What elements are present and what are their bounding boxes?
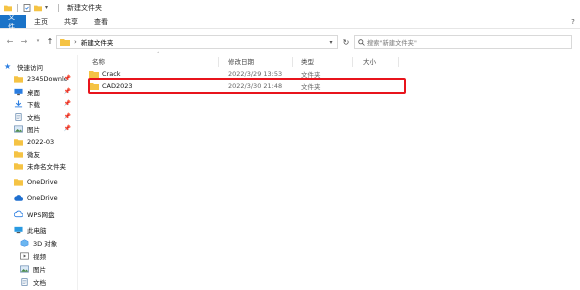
file-name: Crack bbox=[102, 70, 121, 78]
help-icon[interactable]: ? bbox=[566, 15, 580, 28]
search-placeholder: 搜索"新建文件夹" bbox=[367, 39, 417, 47]
sidebar-item-label: 3D 对象 bbox=[33, 240, 58, 248]
video-icon bbox=[20, 252, 29, 260]
toolbar-separator bbox=[58, 3, 59, 12]
search-input[interactable]: 搜索"新建文件夹" bbox=[354, 35, 572, 49]
desktop-icon bbox=[14, 88, 23, 96]
pin-icon[interactable]: 📌 bbox=[64, 88, 71, 95]
folder-icon bbox=[89, 71, 99, 78]
sidebar-item-label: WPS网盘 bbox=[27, 211, 55, 219]
sidebar-item-3d-objects[interactable]: 3D 对象 bbox=[20, 236, 57, 250]
folder-icon bbox=[14, 139, 23, 146]
customize-toolbar-icon[interactable]: ▾ bbox=[45, 4, 53, 12]
properties-icon[interactable] bbox=[23, 3, 31, 12]
sidebar-item-label: 2345Downlc bbox=[27, 75, 68, 83]
column-divider[interactable] bbox=[352, 57, 353, 67]
sidebar-item-label: OneDrive bbox=[27, 194, 58, 202]
column-header-date[interactable]: 修改日期 bbox=[228, 55, 254, 67]
picture-icon bbox=[14, 125, 23, 133]
tab-share[interactable]: 共享 bbox=[56, 15, 86, 28]
sidebar-item-downloads[interactable]: 下载 bbox=[14, 97, 40, 111]
computer-icon bbox=[14, 226, 23, 234]
star-icon: ★ bbox=[4, 62, 12, 71]
folder-icon bbox=[14, 163, 23, 170]
new-folder-icon[interactable] bbox=[34, 4, 42, 12]
navigation-pane: ★ 快速访问 2345Downlc 📌 桌面 📌 下载 📌 文档 📌 图片 📌 … bbox=[0, 55, 78, 290]
sidebar-item-this-pc[interactable]: 此电脑 bbox=[14, 223, 47, 237]
file-date: 2022/3/29 13:53 bbox=[228, 70, 283, 78]
sort-caret-icon: ˄ bbox=[157, 52, 160, 58]
forward-arrow-icon[interactable]: → bbox=[18, 35, 30, 47]
back-arrow-icon[interactable]: ← bbox=[4, 35, 16, 47]
column-header-size[interactable]: 大小 bbox=[363, 55, 376, 67]
sidebar-item-label: 文档 bbox=[33, 279, 46, 287]
column-divider[interactable] bbox=[218, 57, 219, 67]
tab-file[interactable]: 文件 bbox=[0, 13, 26, 31]
sidebar-item-label: 桌面 bbox=[27, 89, 40, 97]
sidebar-item-label: 快速访问 bbox=[17, 64, 43, 72]
folder-icon bbox=[14, 151, 23, 158]
breadcrumb-chevron-icon[interactable]: › bbox=[74, 38, 77, 46]
pin-icon[interactable]: 📌 bbox=[64, 125, 71, 132]
sidebar-item-label: 微友 bbox=[27, 151, 40, 159]
pin-icon[interactable]: 📌 bbox=[64, 113, 71, 120]
title-bar: ▾ 新建文件夹 bbox=[0, 0, 580, 15]
sidebar-item-videos[interactable]: 视频 bbox=[20, 249, 46, 263]
toolbar-separator bbox=[17, 3, 18, 12]
tab-view[interactable]: 查看 bbox=[86, 15, 116, 28]
sidebar-item-pictures[interactable]: 图片 bbox=[14, 122, 40, 136]
cloud-icon bbox=[14, 195, 23, 201]
chevron-down-icon[interactable]: ▾ bbox=[325, 39, 337, 46]
document-icon bbox=[15, 113, 22, 121]
up-arrow-icon[interactable]: ↑ bbox=[44, 35, 56, 47]
column-header-name[interactable]: 名称 bbox=[92, 55, 105, 67]
sidebar-item-wps-drive[interactable]: WPS网盘 bbox=[14, 207, 54, 221]
column-header-type[interactable]: 类型 bbox=[301, 55, 314, 67]
pin-icon[interactable]: 📌 bbox=[64, 100, 71, 107]
sidebar-item-label: 视频 bbox=[33, 253, 46, 261]
sidebar-item-unnamed-folder[interactable]: 未命名文件夹 bbox=[14, 159, 66, 173]
highlight-box bbox=[88, 78, 406, 94]
quick-access-toolbar: ▾ bbox=[0, 3, 61, 12]
document-icon bbox=[21, 278, 28, 286]
address-row: ← → ▾ ↑ › 新建文件夹 ▾ ↻ 搜索"新建文件夹" bbox=[0, 29, 580, 53]
address-bar[interactable]: › 新建文件夹 ▾ bbox=[56, 35, 338, 49]
search-icon bbox=[355, 38, 367, 46]
refresh-icon[interactable]: ↻ bbox=[340, 36, 352, 48]
breadcrumb[interactable]: 新建文件夹 bbox=[81, 37, 114, 47]
download-icon bbox=[14, 100, 23, 108]
sidebar-item-label: 未命名文件夹 bbox=[27, 163, 66, 171]
folder-icon bbox=[4, 5, 12, 11]
cube-icon bbox=[20, 239, 29, 247]
sidebar-item-label: 此电脑 bbox=[27, 227, 47, 235]
column-divider[interactable] bbox=[292, 57, 293, 67]
folder-icon bbox=[14, 76, 23, 83]
pin-icon[interactable]: 📌 bbox=[64, 75, 71, 82]
window-title: 新建文件夹 bbox=[67, 3, 102, 12]
folder-icon bbox=[14, 179, 23, 186]
sidebar-item-label: 图片 bbox=[27, 126, 40, 134]
sidebar-item-pc-documents[interactable]: 文档 bbox=[20, 275, 46, 289]
tab-home[interactable]: 主页 bbox=[26, 15, 56, 28]
recent-locations-icon[interactable]: ▾ bbox=[32, 35, 44, 47]
sidebar-item-pc-pictures[interactable]: 图片 bbox=[20, 262, 46, 276]
ribbon-tabs: 文件 主页 共享 查看 ? bbox=[0, 13, 580, 31]
sidebar-item-onedrive[interactable]: OneDrive bbox=[14, 191, 58, 205]
column-divider[interactable] bbox=[398, 57, 399, 67]
cloud-drive-icon bbox=[14, 210, 23, 218]
folder-icon bbox=[60, 39, 70, 46]
sidebar-item-label: 下载 bbox=[27, 101, 40, 109]
picture-icon bbox=[20, 265, 29, 273]
sidebar-item-label: OneDrive bbox=[27, 178, 58, 186]
sidebar-item-label: 文档 bbox=[27, 114, 40, 122]
sidebar-item-onedrive-folder[interactable]: OneDrive bbox=[14, 175, 58, 189]
sidebar-item-label: 2022-03 bbox=[27, 138, 55, 146]
sidebar-item-label: 图片 bbox=[33, 266, 46, 274]
